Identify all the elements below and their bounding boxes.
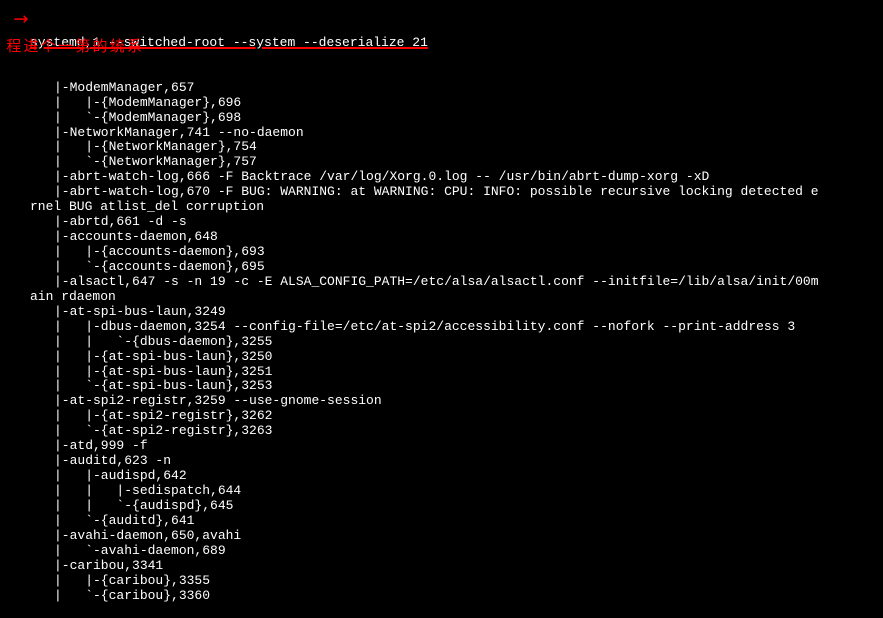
process-tree-line: | `-{auditd},641: [0, 514, 883, 529]
process-tree-line: | |-dbus-daemon,3254 --config-file=/etc/…: [0, 320, 883, 335]
process-tree-line: | |-{caribou},3355: [0, 574, 883, 589]
process-tree-line: | `-{at-spi2-registr},3263: [0, 424, 883, 439]
process-tree-line: | |-{at-spi-bus-laun},3250: [0, 350, 883, 365]
process-tree-line: |-alsactl,647 -s -n 19 -c -E ALSA_CONFIG…: [0, 275, 883, 290]
process-tree-line: |-abrtd,661 -d -s: [0, 215, 883, 230]
process-tree-line: |-auditd,623 -n: [0, 454, 883, 469]
process-tree-line: |-at-spi2-registr,3259 --use-gnome-sessi…: [0, 394, 883, 409]
process-tree-line: |-atd,999 -f: [0, 439, 883, 454]
process-tree-line: ain rdaemon: [0, 290, 883, 305]
annotation-label: 系统的第一个进程: [4, 38, 142, 55]
process-tree-line: | |-audispd,642: [0, 469, 883, 484]
process-tree-line: | |-{at-spi-bus-laun},3251: [0, 365, 883, 380]
process-tree-line: | | `-{audispd},645: [0, 499, 883, 514]
terminal-output: systemd,1 --switched-root --system --des…: [0, 6, 883, 618]
process-tree-line: | | |-sedispatch,644: [0, 484, 883, 499]
process-tree-line: | `-{at-spi-bus-laun},3253: [0, 379, 883, 394]
process-tree-line: |-caribou,3341: [0, 559, 883, 574]
process-tree-line: | `-{NetworkManager},757: [0, 155, 883, 170]
process-tree-line: | |-{NetworkManager},754: [0, 140, 883, 155]
process-tree-line: |-ModemManager,657: [0, 81, 883, 96]
process-tree-line: | `-{ModemManager},698: [0, 111, 883, 126]
process-tree-line: | |-{at-spi2-registr},3262: [0, 409, 883, 424]
process-tree-line: | |-{accounts-daemon},693: [0, 245, 883, 260]
process-tree-line: | `-{accounts-daemon},695: [0, 260, 883, 275]
process-tree-line: |-at-spi-bus-laun,3249: [0, 305, 883, 320]
process-tree-line: |-accounts-daemon,648: [0, 230, 883, 245]
process-tree-line: |-avahi-daemon,650,avahi: [0, 529, 883, 544]
process-tree-line: |-abrt-watch-log,670 -F BUG: WARNING: at…: [0, 185, 883, 200]
process-tree-line: | |-{ModemManager},696: [0, 96, 883, 111]
process-tree-line: rnel BUG atlist_del corruption: [0, 200, 883, 215]
process-tree-line: |-abrt-watch-log,666 -F Backtrace /var/l…: [0, 170, 883, 185]
process-tree-line: | | `-{dbus-daemon},3255: [0, 335, 883, 350]
process-tree-line: | `-avahi-daemon,689: [0, 544, 883, 559]
process-tree-line: | `-{caribou},3360: [0, 589, 883, 604]
process-tree-line: |-NetworkManager,741 --no-daemon: [0, 126, 883, 141]
